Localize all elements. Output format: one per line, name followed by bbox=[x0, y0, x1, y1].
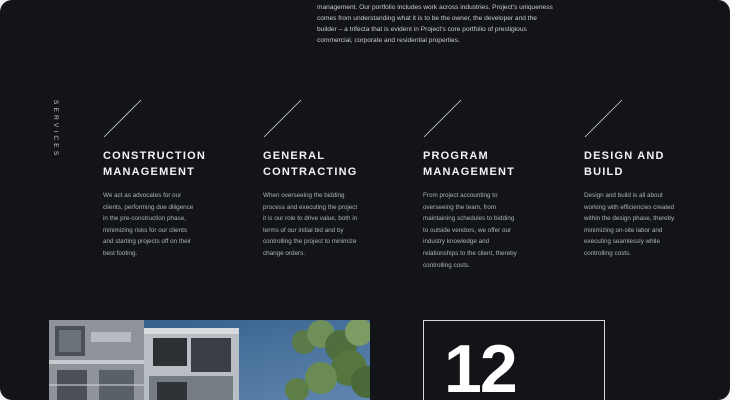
desc-line: When overseeing the bidding bbox=[263, 192, 345, 199]
page: management. Our portfolio includes work … bbox=[0, 0, 730, 400]
desc-line: terms of our initial bid and by bbox=[263, 226, 344, 234]
desc-line: industry knowledge and bbox=[423, 238, 490, 246]
service-title-line: MANAGEMENT bbox=[103, 166, 196, 178]
service-title-line: GENERAL bbox=[263, 150, 326, 162]
service-title: CONSTRUCTION MANAGEMENT bbox=[103, 148, 228, 180]
slash-divider-icon bbox=[263, 99, 302, 138]
service-description: From project accounting to overseeing th… bbox=[423, 190, 535, 271]
desc-line: controlling costs. bbox=[423, 261, 470, 269]
desc-line: executing seamlessly while bbox=[584, 238, 660, 246]
desc-line: relationships to the client, thereby bbox=[423, 249, 517, 257]
desc-line: From project accounting to bbox=[423, 192, 498, 199]
desc-line: it is our role to drive value, both in bbox=[263, 215, 358, 223]
intro-line: management. Our portfolio includes work … bbox=[317, 4, 553, 11]
service-description: When overseeing the bidding process and … bbox=[263, 190, 375, 260]
intro-line: commercial, corporate and residential pr… bbox=[317, 37, 460, 44]
services-section-label: SERVICES bbox=[52, 100, 59, 159]
desc-line: clients, performing due diligence bbox=[103, 203, 194, 211]
desc-line: minimizing on-site labor and bbox=[584, 226, 663, 234]
desc-line: change orders. bbox=[263, 249, 306, 257]
desc-line: in the pre-construction phase, bbox=[103, 215, 186, 223]
service-title-line: CONTRACTING bbox=[263, 166, 358, 178]
desc-line: to outside vendors, we offer our bbox=[423, 226, 512, 234]
stat-number: 12 bbox=[444, 331, 518, 400]
desc-line: working with efficiencies created bbox=[584, 203, 675, 211]
desc-line: controlling the project to minimize bbox=[263, 238, 357, 246]
service-description: We act as advocates for our clients, per… bbox=[103, 190, 215, 260]
desc-line: best footing. bbox=[103, 249, 138, 257]
intro-line: comes from understanding what it is to b… bbox=[317, 15, 537, 22]
intro-paragraph: management. Our portfolio includes work … bbox=[317, 2, 557, 46]
desc-line: maintaining schedules to bidding bbox=[423, 215, 515, 223]
service-title-line: PROGRAM bbox=[423, 150, 489, 162]
desc-line: and starting projects off on their bbox=[103, 238, 192, 246]
desc-line: overseeing the team, from bbox=[423, 203, 497, 211]
slash-divider-icon bbox=[103, 99, 142, 138]
slash-divider-icon bbox=[584, 99, 623, 138]
stat-box: 12 bbox=[423, 320, 605, 400]
service-title-line: BUILD bbox=[584, 166, 624, 178]
service-title-line: DESIGN AND bbox=[584, 150, 665, 162]
desc-line: We act as advocates for our bbox=[103, 192, 182, 199]
service-title: DESIGN AND BUILD bbox=[584, 148, 709, 180]
building-illustration bbox=[49, 320, 370, 400]
desc-line: within the design phase, thereby bbox=[584, 215, 675, 223]
desc-line: minimizing risks for our clients bbox=[103, 226, 187, 234]
intro-line: builder – a trifecta that is evident in … bbox=[317, 26, 527, 33]
service-description: Design and build is all about working wi… bbox=[584, 190, 696, 260]
service-title: GENERAL CONTRACTING bbox=[263, 148, 388, 180]
desc-line: controlling costs. bbox=[584, 249, 631, 257]
service-title: PROGRAM MANAGEMENT bbox=[423, 148, 548, 180]
desc-line: Design and build is all about bbox=[584, 192, 663, 199]
building-photo bbox=[49, 320, 370, 400]
service-title-line: MANAGEMENT bbox=[423, 166, 516, 178]
service-title-line: CONSTRUCTION bbox=[103, 150, 207, 162]
desc-line: process and executing the project bbox=[263, 203, 358, 211]
slash-divider-icon bbox=[423, 99, 462, 138]
